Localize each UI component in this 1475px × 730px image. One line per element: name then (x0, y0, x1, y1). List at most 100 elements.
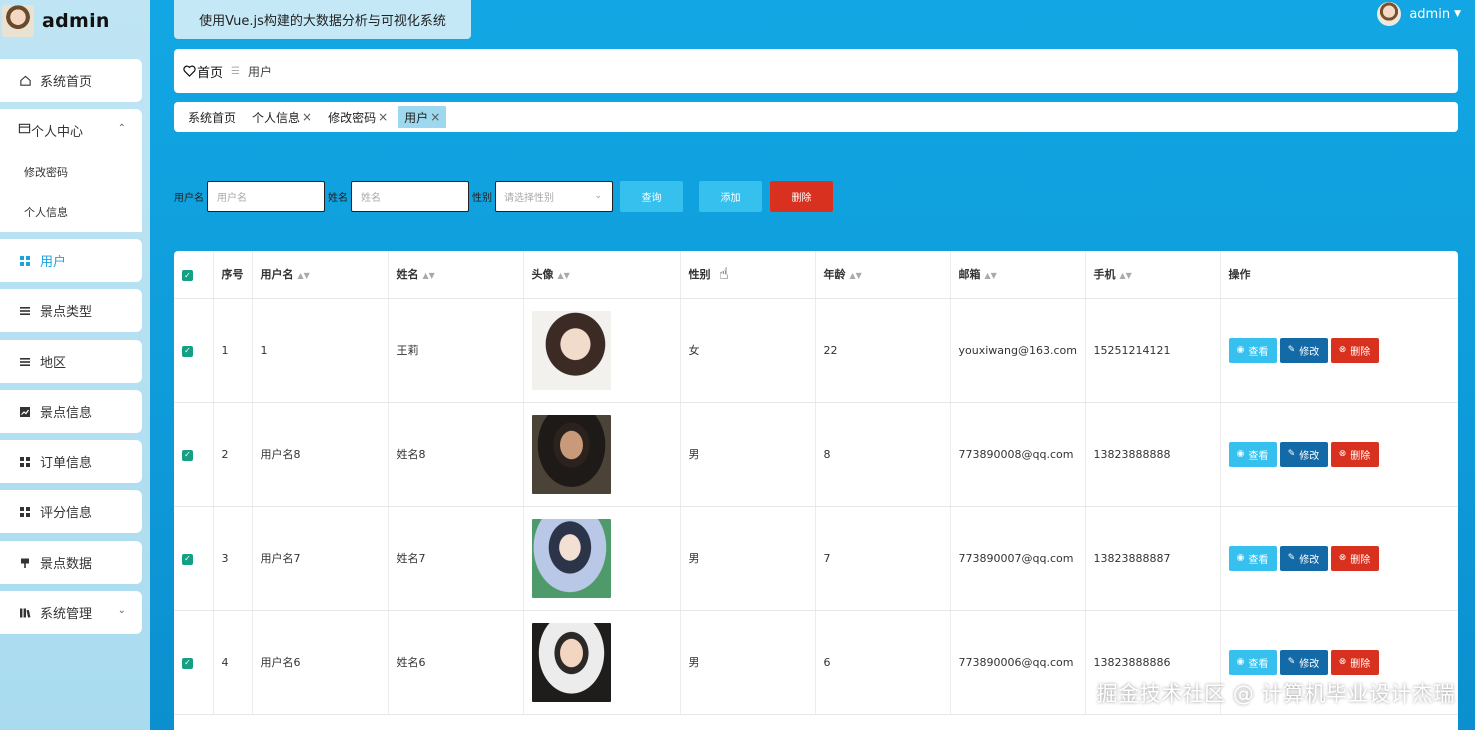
user-menu[interactable]: admin ▼ (1377, 2, 1461, 26)
sort-icon: ▲▼ (984, 271, 997, 281)
cell-name: 姓名7 (388, 506, 524, 611)
brand: admin (0, 0, 150, 42)
watermark: 掘金技术社区 @ 计算机毕业设计杰瑞 (1096, 682, 1455, 706)
row-checkbox[interactable]: ✓ (174, 506, 214, 611)
edit-button[interactable]: ✎ 修改 (1279, 545, 1328, 571)
sidebar-item-personal-center[interactable]: 个人中心 ⌃ (0, 109, 142, 152)
users-table: ✓ 序号 用户名 ▲▼ 姓名 ▲▼ 头像 ▲▼ 性别 年龄 ▲▼ 邮箱 ▲▼ 手机 ▲▼ 操… (174, 251, 1458, 730)
sidebar-item-system-management[interactable]: 系统管理 ⌄ (0, 591, 142, 634)
query-button[interactable]: 查询 (620, 180, 683, 212)
delete-row-button[interactable]: ⊗ 删除 (1330, 649, 1379, 675)
circle-x-icon: ⊗ (1338, 553, 1347, 563)
username-input[interactable]: 用户名 (207, 180, 325, 212)
select-all-checkbox[interactable]: ✓ (174, 251, 214, 299)
sidebar-item-scenic-info[interactable]: 景点信息 (0, 390, 142, 433)
brand-name: admin (42, 10, 110, 32)
avatar (1377, 2, 1402, 26)
delete-button[interactable]: 删除 (770, 180, 833, 212)
sidebar-item-label: 个人中心 (31, 125, 84, 140)
tag-home[interactable]: 系统首页 (182, 106, 242, 128)
sidebar-item-label: 景点数据 (40, 557, 93, 572)
search-bar: 用户名 用户名 姓名 姓名 性别 请选择性别 ⌄ 查询 添加 删除 (174, 180, 833, 212)
gender-label: 性别 (472, 192, 492, 204)
add-button[interactable]: 添加 (699, 180, 762, 212)
sidebar-subitem-personal-info[interactable]: 个人信息 (0, 192, 142, 232)
col-name[interactable]: 姓名 ▲▼ (388, 251, 524, 299)
breadcrumb: 首页 ☰ 用户 (174, 49, 1458, 93)
tag-label: 修改密码 (328, 110, 377, 125)
pencil-icon: ✎ (1287, 553, 1296, 563)
view-button[interactable]: ◉ 查看 (1228, 649, 1277, 675)
tag-label: 个人信息 (252, 110, 301, 125)
sidebar-item-rating-info[interactable]: 评分信息 (0, 490, 142, 533)
system-title: 使用Vue.js构建的大数据分析与可视化系统 (174, 0, 471, 39)
col-username[interactable]: 用户名 ▲▼ (252, 251, 389, 299)
breadcrumb-home[interactable]: 首页 (197, 62, 223, 81)
sidebar-item-users[interactable]: 用户 (0, 239, 142, 282)
close-icon[interactable]: × (430, 110, 440, 124)
view-button[interactable]: ◉ 查看 (1228, 545, 1277, 571)
sidebar-subitem-change-password[interactable]: 修改密码 (0, 152, 142, 192)
caret-down-icon: ▼ (1454, 9, 1461, 19)
home-icon (18, 74, 32, 88)
bars-icon (18, 606, 32, 620)
delete-row-button[interactable]: ⊗ 删除 (1330, 337, 1379, 363)
tag-users[interactable]: 用户 × (398, 106, 447, 128)
cell-username: 用户名6 (252, 610, 389, 715)
sidebar-item-home[interactable]: 系统首页 (0, 59, 142, 102)
sidebar-item-region[interactable]: 地区 (0, 340, 142, 383)
edit-button[interactable]: ✎ 修改 (1279, 441, 1328, 467)
cell-age: 22 (815, 298, 951, 403)
row-checkbox[interactable]: ✓ (174, 610, 214, 715)
circle-x-icon: ⊗ (1338, 657, 1347, 667)
table-row: ✓ 1 1 王莉 女 22 youxiwang@163.com 15251214… (174, 298, 1458, 403)
sidebar-item-scenic-data[interactable]: 景点数据 (0, 541, 142, 584)
cell-index: 1 (213, 298, 253, 403)
cell-actions: ◉ 查看 ✎ 修改 ⊗ 删除 (1220, 402, 1458, 507)
sidebar-submenu: 修改密码 个人信息 (0, 152, 142, 232)
view-button[interactable]: ◉ 查看 (1228, 337, 1277, 363)
sidebar-item-label: 用户 (40, 255, 67, 270)
cell-index: 3 (213, 506, 253, 611)
tag-change-password[interactable]: 修改密码 × (322, 106, 394, 128)
tag-label: 用户 (404, 110, 429, 125)
cell-phone: 15251214121 (1085, 298, 1221, 403)
delete-row-button[interactable]: ⊗ 删除 (1330, 545, 1379, 571)
row-checkbox[interactable]: ✓ (174, 298, 214, 403)
tag-label: 系统首页 (188, 110, 237, 125)
view-button[interactable]: ◉ 查看 (1228, 441, 1277, 467)
circle-x-icon: ⊗ (1338, 449, 1347, 459)
col-index: 序号 (213, 251, 253, 299)
col-age[interactable]: 年龄 ▲▼ (815, 251, 951, 299)
close-icon[interactable]: × (302, 110, 312, 124)
tag-personal-info[interactable]: 个人信息 × (246, 106, 318, 128)
name-input[interactable]: 姓名 (351, 180, 469, 212)
grid-icon (18, 455, 32, 469)
sort-icon: ▲▼ (1119, 271, 1132, 281)
table-header-row: ✓ 序号 用户名 ▲▼ 姓名 ▲▼ 头像 ▲▼ 性别 年龄 ▲▼ 邮箱 ▲▼ 手机 ▲▼ 操… (174, 251, 1458, 299)
delete-row-button[interactable]: ⊗ 删除 (1330, 441, 1379, 467)
close-icon[interactable]: × (378, 110, 388, 124)
table-row: ✓ 2 用户名8 姓名8 男 8 773890008@qq.com 138238… (174, 402, 1458, 507)
col-email[interactable]: 邮箱 ▲▼ (950, 251, 1086, 299)
chevron-up-icon: ⌃ (117, 123, 126, 134)
col-gender[interactable]: 性别 (680, 251, 816, 299)
cell-actions: ◉ 查看 ✎ 修改 ⊗ 删除 (1220, 506, 1458, 611)
gender-select[interactable]: 请选择性别 ⌄ (495, 180, 613, 212)
cell-index: 4 (213, 610, 253, 715)
row-checkbox[interactable]: ✓ (174, 402, 214, 507)
cell-username: 用户名7 (252, 506, 389, 611)
edit-button[interactable]: ✎ 修改 (1279, 337, 1328, 363)
cell-name: 王莉 (388, 298, 524, 403)
sidebar-item-scenic-type[interactable]: 景点类型 (0, 289, 142, 332)
edit-button[interactable]: ✎ 修改 (1279, 649, 1328, 675)
sort-icon: ▲▼ (849, 271, 862, 281)
col-phone[interactable]: 手机 ▲▼ (1085, 251, 1221, 299)
col-avatar[interactable]: 头像 ▲▼ (523, 251, 681, 299)
sidebar-item-order-info[interactable]: 订单信息 (0, 440, 142, 483)
pencil-icon: ✎ (1287, 345, 1296, 355)
cell-index: 2 (213, 402, 253, 507)
sidebar-item-label: 订单信息 (40, 456, 93, 471)
main-area: 使用Vue.js构建的大数据分析与可视化系统 admin ▼ 首页 ☰ 用户 系… (150, 0, 1475, 730)
pencil-icon: ✎ (1287, 449, 1296, 459)
